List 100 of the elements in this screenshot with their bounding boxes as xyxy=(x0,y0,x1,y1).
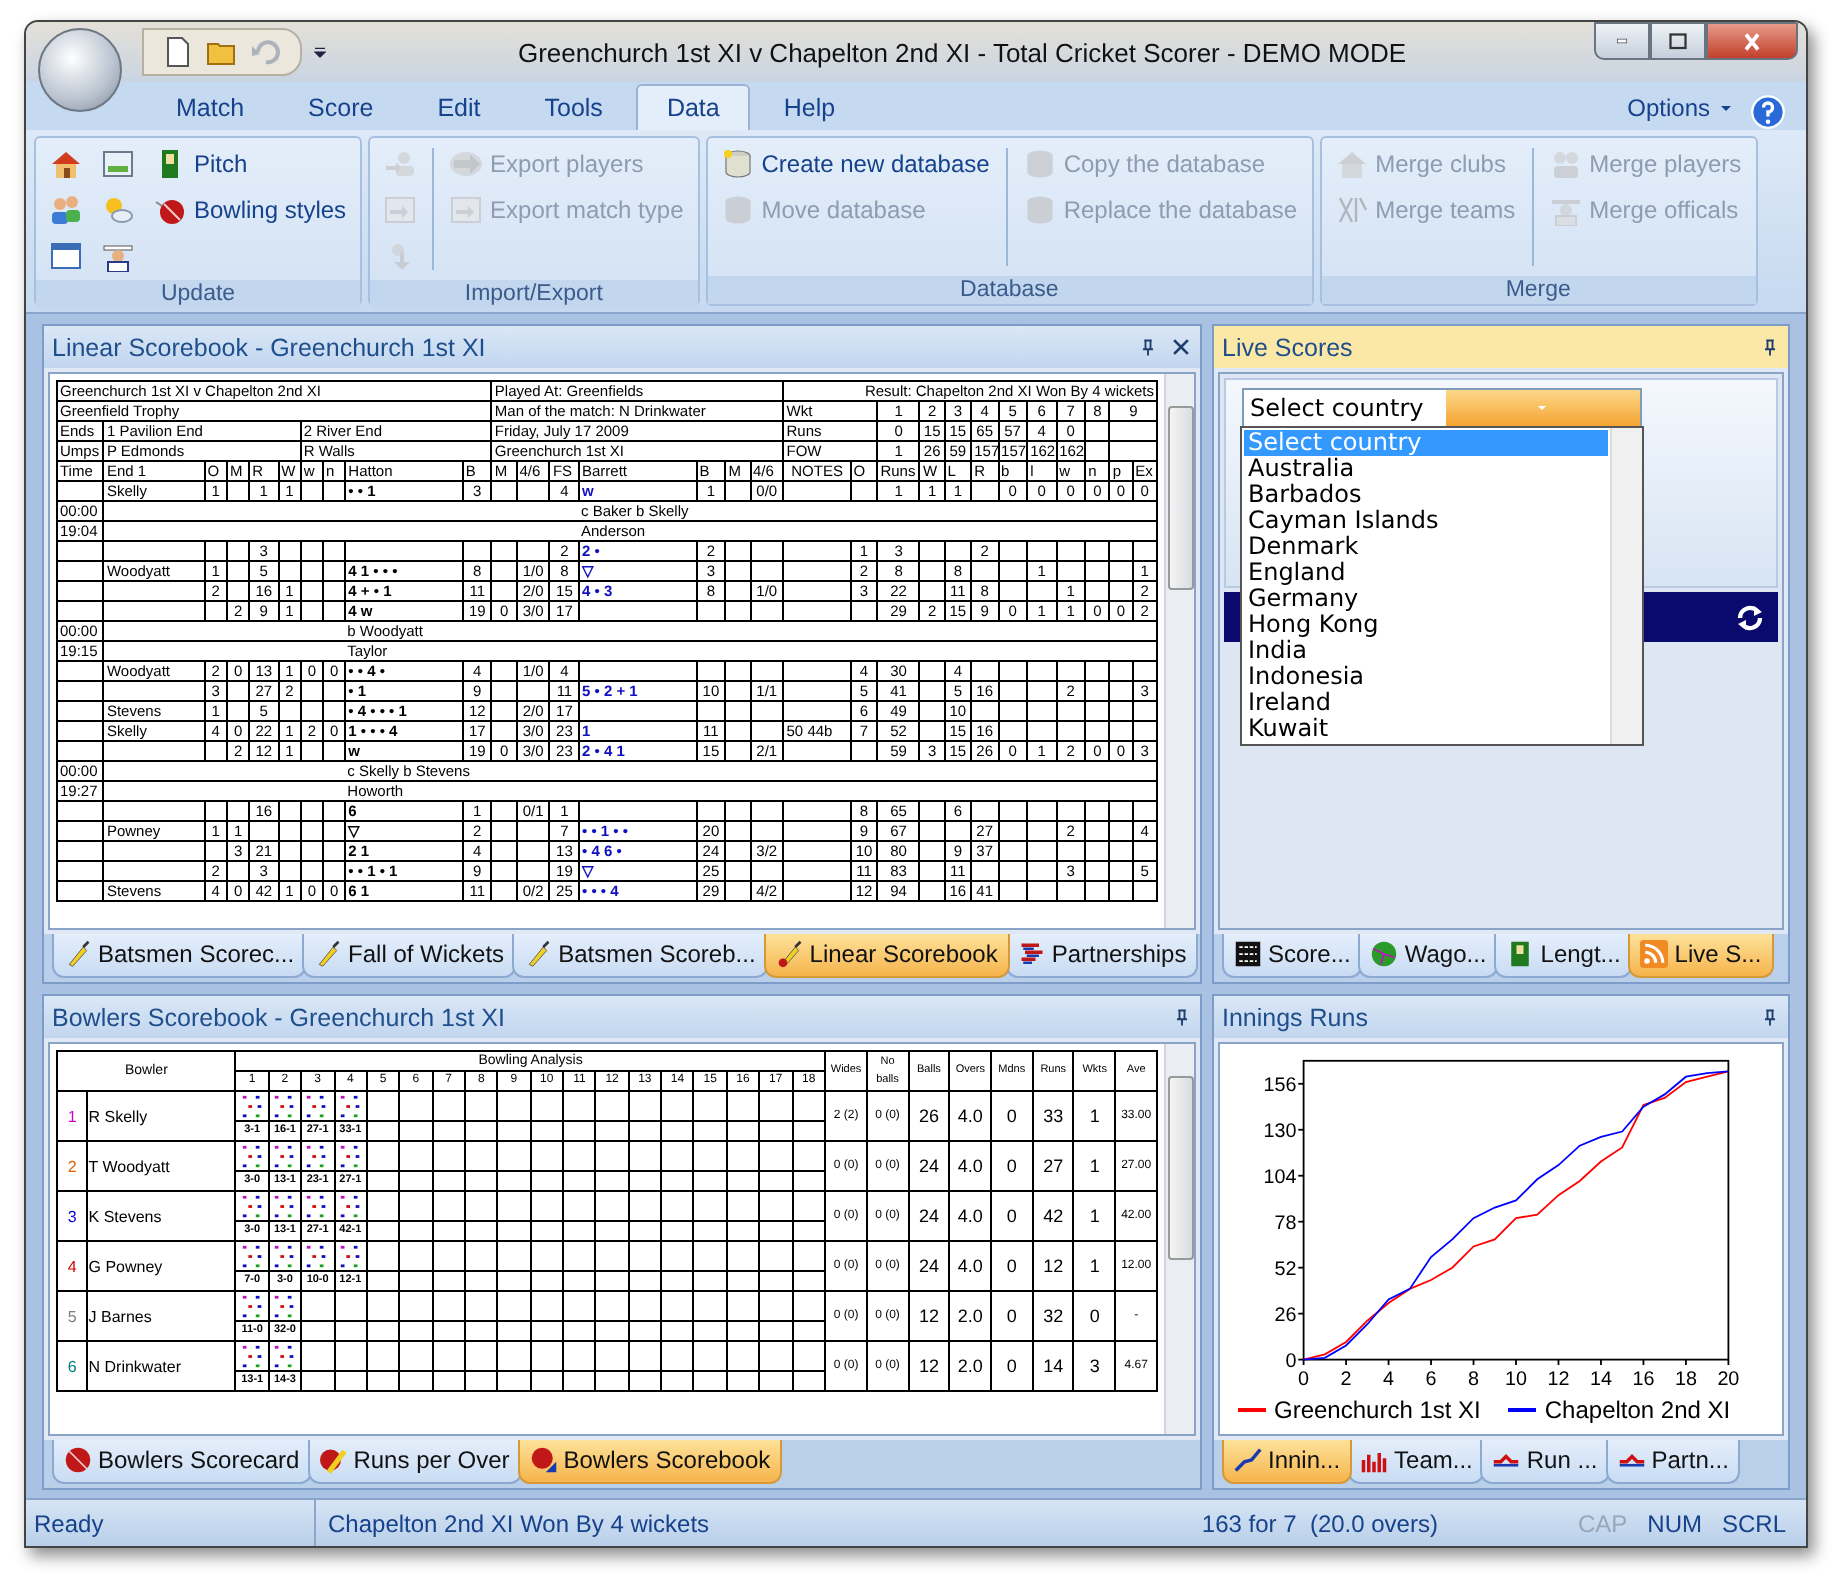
ribbon-tab[interactable]: Data xyxy=(636,84,750,130)
panel-tab[interactable]: Bowlers Scorecard xyxy=(52,1440,312,1484)
bowler-name: K Stevens xyxy=(87,1191,236,1241)
country-option[interactable]: Denmark xyxy=(1244,534,1608,560)
y-tick: 156 xyxy=(1263,1075,1305,1097)
help-icon xyxy=(1750,94,1786,130)
cricket-bat-icon xyxy=(314,940,343,968)
pin-icon xyxy=(1760,1005,1780,1029)
country-dropdown[interactable]: Select country xyxy=(1242,388,1642,428)
match-result: Chapelton 2nd XI Won By 4 wickets xyxy=(326,1509,712,1537)
bowler-number: 4 xyxy=(67,1257,77,1275)
x-tick: 8 xyxy=(1468,1358,1479,1391)
refresh-button[interactable] xyxy=(1734,601,1766,633)
group-label: Import/Export xyxy=(370,280,698,308)
panel-tab[interactable]: Runs per Over xyxy=(307,1440,522,1484)
stat-cell: 0 xyxy=(991,1241,1033,1291)
ribbon-tab[interactable]: Tools xyxy=(514,84,633,130)
legend-label: Chapelton 2nd XI xyxy=(1544,1396,1731,1424)
umpire-icon xyxy=(102,239,134,271)
key-indicator: CAP xyxy=(1577,1509,1628,1537)
panel-tab[interactable]: Bowlers Scorebook xyxy=(517,1440,783,1484)
ribbon-tab[interactable]: Match xyxy=(146,84,275,130)
legend-label: Greenchurch 1st XI xyxy=(1274,1396,1481,1424)
scrollbar[interactable] xyxy=(1610,428,1642,744)
country-option[interactable]: Kuwait xyxy=(1244,716,1608,742)
database-icon xyxy=(721,147,754,179)
panel-tab[interactable]: Team... xyxy=(1348,1440,1485,1484)
new-file-icon xyxy=(162,36,194,68)
country-option[interactable]: Germany xyxy=(1244,586,1608,612)
panel-tab[interactable]: Partnerships xyxy=(1005,934,1199,978)
status-text: Ready xyxy=(26,1500,316,1546)
country-option[interactable]: England xyxy=(1244,560,1608,586)
pin-icon xyxy=(1760,335,1780,359)
country-option[interactable]: Indonesia xyxy=(1244,664,1608,690)
ribbon-button[interactable]: Pitch xyxy=(150,144,351,182)
people-icon xyxy=(50,193,82,225)
cloud-sun-icon xyxy=(102,193,134,225)
stat-cell: 32 xyxy=(1032,1291,1074,1341)
ball-and-stumps-icon xyxy=(529,1446,558,1474)
panel-tab[interactable]: Batsmen Scoreb... xyxy=(512,934,768,978)
pin-button[interactable] xyxy=(1760,335,1780,359)
country-option[interactable]: Barbados xyxy=(1244,482,1608,508)
panel-tab[interactable]: Wago... xyxy=(1358,934,1499,978)
panel-tab[interactable]: Live S... xyxy=(1628,934,1774,978)
panel-tab[interactable]: Fall of Wickets xyxy=(302,934,517,978)
stat-cell: 24 xyxy=(908,1241,950,1291)
country-option[interactable]: India xyxy=(1244,638,1608,664)
people-icon xyxy=(1549,147,1582,179)
ball-marks-drawing xyxy=(271,1193,298,1219)
x-tick-label: 10 xyxy=(1505,1368,1528,1391)
panel-tab[interactable]: Innin... xyxy=(1222,1440,1353,1484)
scrollbar[interactable] xyxy=(1164,1044,1194,1434)
panel-title: Innings Runs xyxy=(1222,1003,1370,1031)
country-option[interactable]: Hong Kong xyxy=(1244,612,1608,638)
close-button[interactable] xyxy=(1170,336,1192,358)
bowler-number: 6 xyxy=(67,1357,77,1375)
group-label: Merge xyxy=(1321,276,1756,304)
stat-cell: 24 xyxy=(908,1141,950,1191)
pin-icon xyxy=(1138,335,1158,359)
close-icon xyxy=(1170,336,1192,358)
ribbon-button[interactable]: Create new database xyxy=(717,144,994,182)
panel-tab[interactable]: Lengt... xyxy=(1494,934,1633,978)
ribbon-button[interactable]: Bowling styles xyxy=(150,190,351,228)
stat-cell: 0 xyxy=(1073,1291,1116,1341)
maximize-button[interactable] xyxy=(1650,22,1706,60)
line-chart-icon xyxy=(1234,1446,1262,1474)
ribbon-tab[interactable]: Score xyxy=(278,84,404,130)
x-tick: 6 xyxy=(1425,1358,1437,1391)
bowler-name: R Skelly xyxy=(87,1091,236,1141)
ball-marks-drawing xyxy=(304,1093,331,1119)
x-tick-label: 16 xyxy=(1632,1368,1656,1391)
y-tick-label: 0 xyxy=(1285,1350,1298,1373)
stat-cell: 27 xyxy=(1032,1141,1074,1191)
bowler-number: 3 xyxy=(67,1207,77,1225)
stat-cell: 4.0 xyxy=(949,1191,992,1241)
country-option[interactable]: Cayman Islands xyxy=(1244,508,1608,534)
x-tick-label: 4 xyxy=(1383,1368,1396,1391)
panel-tab[interactable]: Run ... xyxy=(1480,1440,1610,1484)
panel-tab[interactable]: Partn... xyxy=(1605,1440,1741,1484)
panel-tab[interactable]: Linear Scorebook xyxy=(763,934,1010,978)
ribbon-tab[interactable]: Help xyxy=(753,84,866,130)
x-tick-label: 8 xyxy=(1468,1368,1481,1391)
ball-marks-drawing xyxy=(337,1093,364,1119)
stat-cell: 0 xyxy=(991,1341,1033,1391)
country-option[interactable]: Ireland xyxy=(1244,690,1608,716)
country-option[interactable]: Australia xyxy=(1244,456,1608,482)
maximize-icon xyxy=(1664,29,1692,53)
ribbon-tab[interactable]: Edit xyxy=(407,84,511,130)
pin-button[interactable] xyxy=(1760,1005,1780,1029)
stat-cell: 26 xyxy=(908,1091,950,1141)
pin-button[interactable] xyxy=(1172,1005,1192,1029)
options-menu[interactable]: Options xyxy=(1615,86,1746,130)
panel-tab[interactable]: Score... xyxy=(1222,934,1363,978)
close-button[interactable] xyxy=(1706,22,1798,60)
refresh-icon xyxy=(1734,601,1766,633)
panel-tab[interactable]: Batsmen Scorec... xyxy=(52,934,307,978)
pin-button[interactable] xyxy=(1138,335,1158,359)
scrollbar[interactable] xyxy=(1164,374,1194,928)
bowler-number: 2 xyxy=(67,1157,77,1175)
minimize-button[interactable] xyxy=(1594,22,1650,60)
